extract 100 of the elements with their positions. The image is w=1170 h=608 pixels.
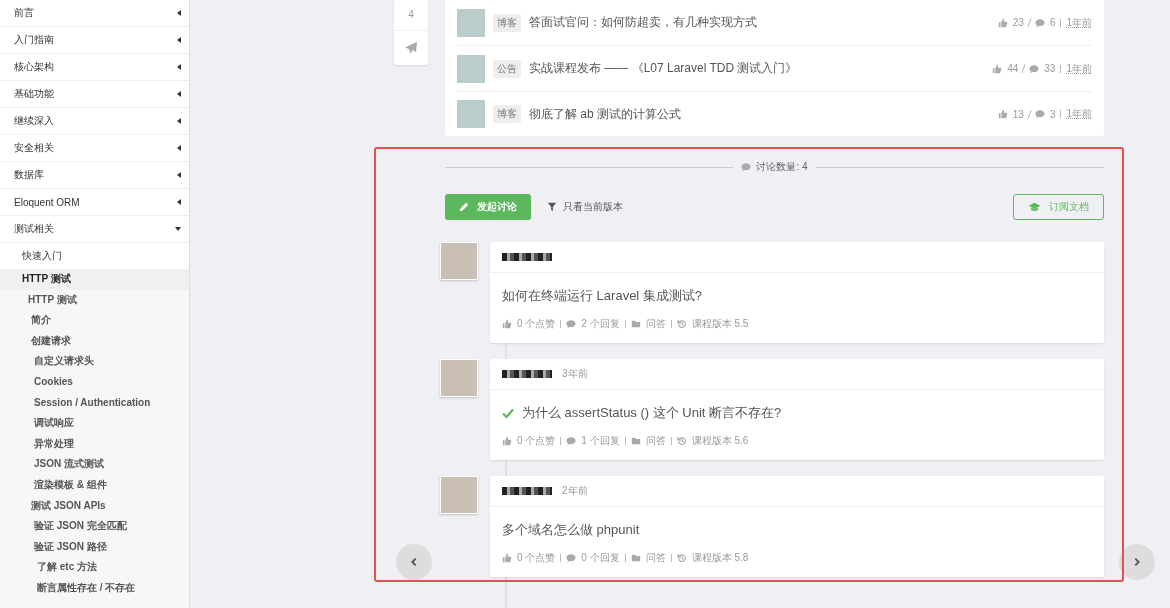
share-count: 4 <box>394 0 428 31</box>
comment-count: 6 <box>1049 17 1056 28</box>
sidebar-item[interactable]: Eloquent ORM <box>0 189 189 216</box>
reply-count: 1 个回复 <box>581 434 620 448</box>
chevron-right-icon <box>1132 557 1142 567</box>
sidebar-subitem[interactable]: Session / Authentication <box>0 392 189 414</box>
blurred-username <box>502 487 552 495</box>
sidebar-subitem[interactable]: Cookies <box>0 371 189 393</box>
article-title-link[interactable]: 答面试官问：如何防超卖，有几种实现方式 <box>529 14 990 31</box>
discussion-title-link[interactable]: 如何在终端运行 Laravel 集成测试? <box>502 287 703 305</box>
sidebar-item[interactable]: 数据库 <box>0 162 189 189</box>
sidebar-subitem[interactable]: 断言属性存在 / 不存在 <box>0 577 189 599</box>
next-button[interactable] <box>1119 544 1155 580</box>
sidebar-item-label: 继续深入 <box>14 114 54 128</box>
discussion-count: 讨论数量: 4 <box>756 160 808 174</box>
sidebar-item[interactable]: 入门指南 <box>0 27 189 54</box>
history-icon <box>676 319 687 329</box>
article-title-link[interactable]: 彻底了解 ab 测试的计算公式 <box>529 105 990 123</box>
comment-icon <box>1034 109 1045 119</box>
post-category: 问答 <box>645 434 666 448</box>
sidebar-item-label: 核心架构 <box>14 60 54 74</box>
avatar-placeholder <box>457 54 485 83</box>
sidebar-item[interactable]: 安全相关 <box>0 135 189 162</box>
article-tag: 公告 <box>493 59 521 78</box>
paper-plane-icon[interactable] <box>404 41 418 55</box>
avatar-placeholder <box>440 242 478 280</box>
sidebar-subitem[interactable]: 验证 JSON 完全匹配 <box>0 516 189 537</box>
post-time: 2年前 <box>562 484 588 498</box>
like-count: 13 <box>1012 108 1024 120</box>
comments-icon <box>741 162 752 172</box>
reply-count: 2 个回复 <box>581 317 620 331</box>
post-category: 问答 <box>645 317 666 331</box>
filter-icon <box>547 202 557 212</box>
like-count: 0 个点赞 <box>517 434 556 448</box>
sidebar-item-label: 前言 <box>14 6 34 20</box>
folder-icon <box>630 553 641 563</box>
article-tag: 博客 <box>493 105 521 123</box>
post-time: 3年前 <box>562 367 588 381</box>
comment-icon <box>566 319 577 329</box>
sidebar-item[interactable]: 基础功能 <box>0 81 189 108</box>
version-filter[interactable]: 只看当前版本 <box>547 200 623 214</box>
sidebar-item[interactable]: 核心架构 <box>0 54 189 81</box>
sidebar-item-label: 入门指南 <box>14 33 54 47</box>
sidebar-item-label: 基础功能 <box>14 87 54 101</box>
sidebar-subitem[interactable]: HTTP 测试 <box>0 269 189 290</box>
sidebar-item-label: 测试相关 <box>14 222 54 236</box>
avatar-placeholder <box>440 476 478 514</box>
sidebar-subitem[interactable]: 自定义请求头 <box>0 351 189 372</box>
thumbs-up-icon <box>502 553 512 563</box>
avatar-placeholder <box>457 8 485 37</box>
sidebar-item-label: 数据库 <box>14 168 44 182</box>
sidebar-item[interactable]: 前言 <box>0 0 189 27</box>
sidebar-item[interactable]: 继续深入 <box>0 108 189 135</box>
pencil-icon <box>459 202 469 212</box>
comment-icon <box>1034 17 1045 28</box>
reply-count: 0 个回复 <box>581 551 620 565</box>
like-count: 23 <box>1012 17 1024 28</box>
history-icon <box>676 436 687 446</box>
article-time: 1年前 <box>1066 15 1092 30</box>
sidebar-subitem[interactable]: 快速入门 <box>0 243 189 269</box>
discussion-title-link[interactable]: 多个域名怎么做 phpunit <box>502 521 640 539</box>
discussion-title-link[interactable]: 为什么 assertStatus () 这个 Unit 断言不存在? <box>522 404 782 422</box>
post-category: 问答 <box>645 551 666 565</box>
sidebar-subitem[interactable]: 异常处理 <box>0 433 189 455</box>
thumbs-up-icon <box>997 109 1008 119</box>
sidebar-item-label: Eloquent ORM <box>14 196 80 208</box>
like-count: 0 个点赞 <box>517 551 556 565</box>
folder-icon <box>630 436 641 446</box>
comment-count: 33 <box>1044 63 1056 74</box>
comment-count: 3 <box>1049 108 1056 120</box>
sidebar-subitem[interactable]: 验证 JSON 路径 <box>0 536 189 558</box>
thumbs-up-icon <box>502 436 512 446</box>
sidebar-subitem[interactable]: 创建请求 <box>0 330 189 352</box>
thumbs-up-icon <box>997 17 1008 28</box>
avatar-placeholder <box>457 100 485 128</box>
comment-icon <box>566 436 577 446</box>
sidebar-subitem[interactable]: 调试响应 <box>0 413 189 434</box>
sidebar-subitem[interactable]: 渲染模板 & 组件 <box>0 474 189 496</box>
sidebar-subitem[interactable]: JSON 流式测试 <box>0 454 189 475</box>
sidebar-subitem[interactable]: 了解 etc 方法 <box>0 557 189 578</box>
article-title-link[interactable]: 实战课程发布 —— 《L07 Laravel TDD 测试入门》 <box>529 60 985 77</box>
like-count: 0 个点赞 <box>517 317 556 331</box>
course-version: 课程版本 5.8 <box>691 551 749 565</box>
sidebar-subitem[interactable]: 简介 <box>0 310 189 331</box>
like-count: 44 <box>1007 63 1019 74</box>
comment-icon <box>566 553 577 563</box>
sidebar-subitem[interactable]: 测试 JSON APIs <box>0 495 189 517</box>
sidebar-subitem[interactable]: HTTP 测试 <box>0 289 189 311</box>
article-time: 1年前 <box>1066 107 1092 121</box>
history-icon <box>676 553 687 563</box>
previous-button[interactable] <box>396 544 432 580</box>
comment-icon <box>1029 63 1040 74</box>
blurred-username <box>502 370 552 378</box>
folder-icon <box>630 319 641 329</box>
blurred-username <box>502 253 552 261</box>
chevron-left-icon <box>409 557 419 567</box>
thumbs-up-icon <box>992 63 1003 74</box>
article-tag: 博客 <box>493 13 521 32</box>
avatar-placeholder <box>440 359 478 397</box>
graduation-cap-icon <box>1028 202 1041 212</box>
